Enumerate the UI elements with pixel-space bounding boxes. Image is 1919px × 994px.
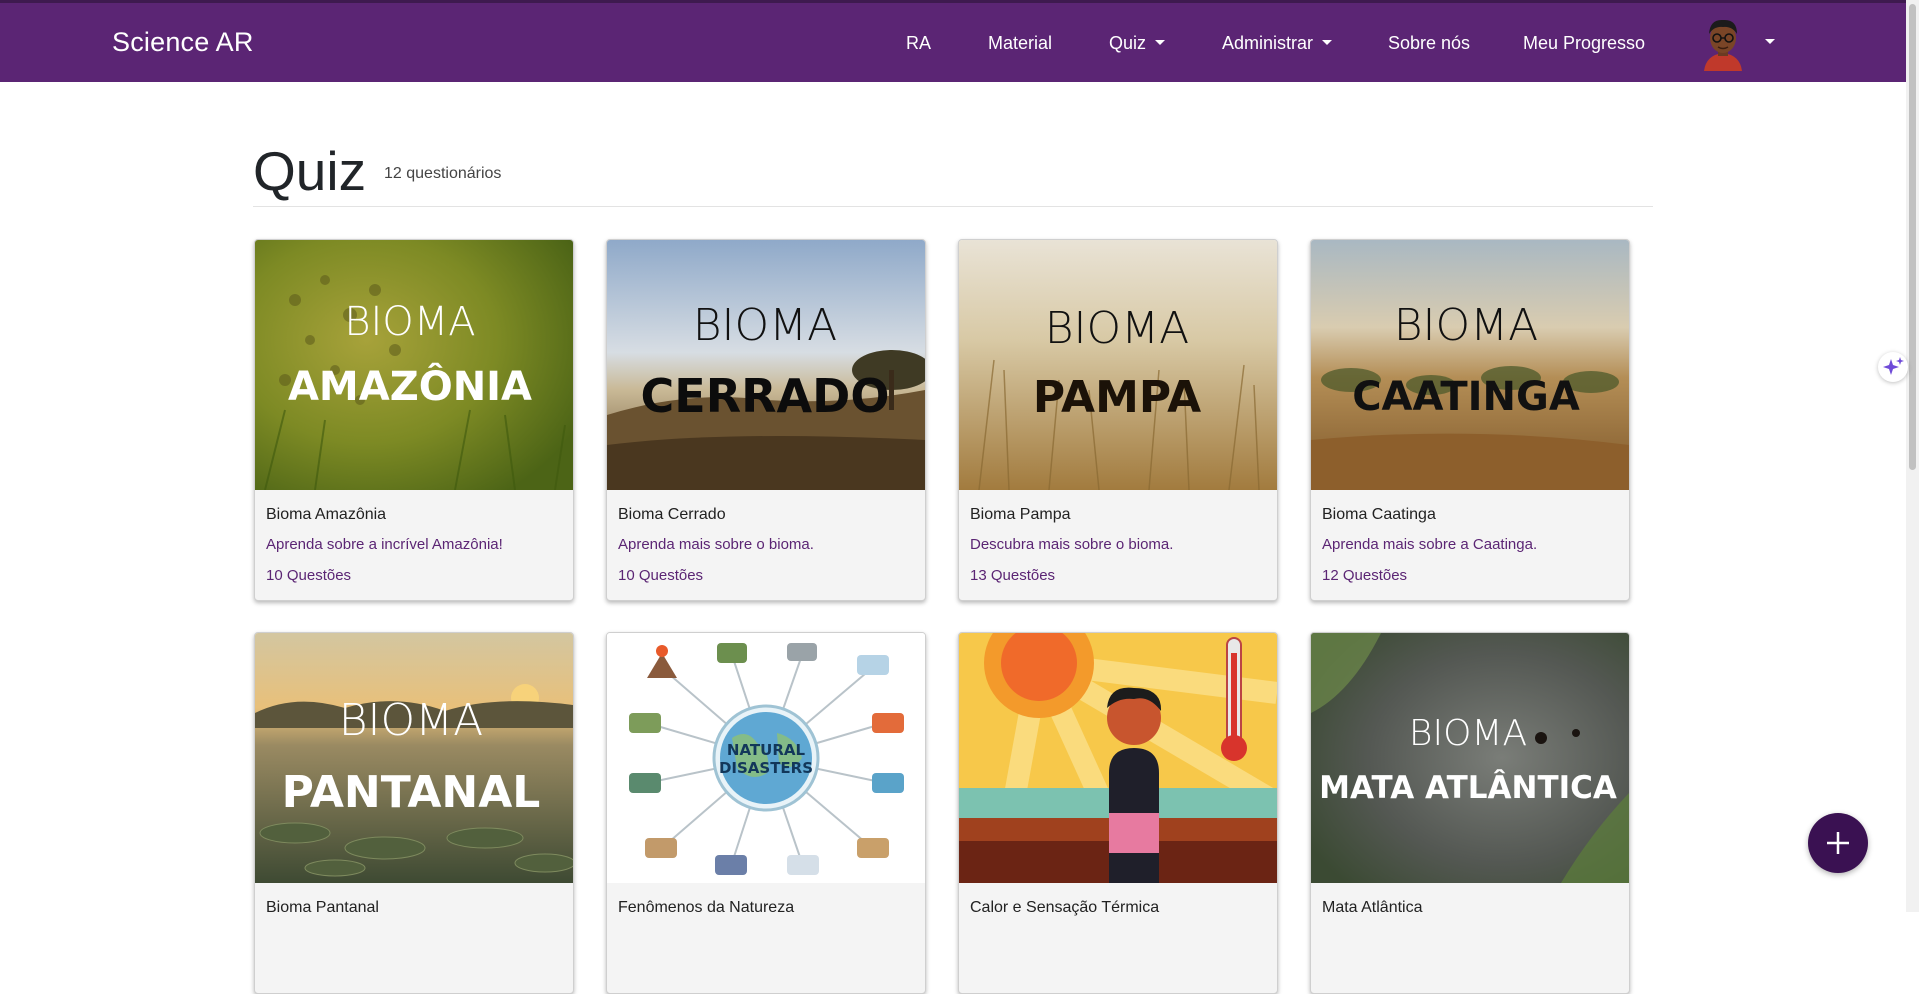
nav-material[interactable]: Material <box>988 33 1052 54</box>
card-title: Bioma Pampa <box>970 506 1071 523</box>
assistant-sparkle-button[interactable] <box>1878 352 1908 382</box>
card-question-count: 13 Questões <box>970 567 1056 584</box>
nav-administrar-dropdown[interactable]: Administrar <box>1222 33 1333 54</box>
plus-icon <box>1827 832 1849 854</box>
avatar-icon <box>1704 19 1742 71</box>
card-description: Aprenda sobre a incrível Amazônia! <box>266 536 503 553</box>
card-title: Bioma Pantanal <box>266 899 379 916</box>
card-image <box>959 633 1277 883</box>
chevron-down-icon <box>1322 39 1333 45</box>
add-quiz-button[interactable] <box>1808 813 1868 873</box>
card-image-name: PAMPA <box>1033 372 1201 423</box>
card-image-name: CAATINGA <box>1352 374 1580 420</box>
card-title: Fenômenos da Natureza <box>618 899 795 916</box>
card-question-count: 10 Questões <box>266 567 352 584</box>
card-image: BIOMA MATA ATLÂNTICA <box>1311 633 1629 883</box>
card-description: Aprenda mais sobre o bioma. <box>618 536 814 553</box>
card-image-name: AMAZÔNIA <box>288 362 532 410</box>
card-image-word: BIOMA <box>1409 713 1527 754</box>
quiz-card-calor[interactable]: Calor e Sensação Térmica <box>958 632 1278 994</box>
card-image-name: MATA ATLÂNTICA <box>1319 770 1617 806</box>
card-image: BIOMA CAATINGA <box>1311 240 1629 490</box>
card-question-count: 10 Questões <box>618 567 704 584</box>
card-question-count: 12 Questões <box>1322 567 1408 584</box>
nav-meu-progresso[interactable]: Meu Progresso <box>1523 33 1645 54</box>
card-image: BIOMA CERRADO <box>607 240 925 490</box>
brand-logo[interactable]: Science AR <box>112 27 254 58</box>
card-image: BIOMA PAMPA <box>959 240 1277 490</box>
navbar: Science AR RA Material Quiz Administrar … <box>0 3 1906 82</box>
card-image-line2: DISASTERS <box>719 759 813 777</box>
card-image: NATURAL DISASTERS <box>607 633 925 883</box>
card-image-word: BIOMA <box>1394 300 1538 351</box>
nav-administrar-label: Administrar <box>1222 33 1314 53</box>
card-title: Bioma Caatinga <box>1322 506 1436 523</box>
user-avatar[interactable] <box>1700 17 1760 71</box>
quiz-card-mata-atlantica[interactable]: BIOMA MATA ATLÂNTICA Mata Atlântica <box>1310 632 1630 994</box>
sparkle-icon <box>1883 357 1904 375</box>
card-image-word: BIOMA <box>693 300 837 351</box>
card-title: Bioma Cerrado <box>618 506 726 523</box>
quiz-count: 12 questionários <box>384 165 502 182</box>
quiz-card-amazonia[interactable]: BIOMA AMAZÔNIA Bioma Amazônia Aprenda so… <box>254 239 574 601</box>
card-image-name: CERRADO <box>641 369 890 423</box>
quiz-card-caatinga[interactable]: BIOMA CAATINGA Bioma Caatinga Aprenda ma… <box>1310 239 1630 601</box>
chevron-down-icon[interactable] <box>1765 39 1775 44</box>
quiz-card-fenomenos[interactable]: NATURAL DISASTERS Fenômenos da Natureza <box>606 632 926 994</box>
nav-sobre-nos[interactable]: Sobre nós <box>1388 33 1470 54</box>
card-description: Aprenda mais sobre a Caatinga. <box>1322 536 1538 553</box>
card-image-word: BIOMA <box>339 695 483 746</box>
card-title: Calor e Sensação Térmica <box>970 899 1160 916</box>
nav-quiz-dropdown[interactable]: Quiz <box>1109 33 1166 54</box>
quiz-card-pampa[interactable]: BIOMA PAMPA Bioma Pampa Descubra mais so… <box>958 239 1278 601</box>
scrollbar-thumb[interactable] <box>1909 4 1916 470</box>
card-image-word: BIOMA <box>1045 303 1189 354</box>
card-title: Mata Atlântica <box>1322 899 1423 916</box>
divider <box>253 206 1653 207</box>
chevron-down-icon <box>1155 39 1166 45</box>
nav-quiz-label: Quiz <box>1109 33 1147 53</box>
nav-ra[interactable]: RA <box>906 33 931 54</box>
quiz-card-cerrado[interactable]: BIOMA CERRADO Bioma Cerrado Aprenda mais… <box>606 239 926 601</box>
card-description: Descubra mais sobre o bioma. <box>970 536 1174 553</box>
card-image: BIOMA AMAZÔNIA <box>255 240 573 490</box>
quiz-card-pantanal[interactable]: BIOMA PANTANAL Bioma Pantanal <box>254 632 574 994</box>
card-image-line1: NATURAL <box>727 741 806 759</box>
card-image-name: PANTANAL <box>282 767 541 818</box>
card-title: Bioma Amazônia <box>266 506 387 523</box>
card-image: BIOMA PANTANAL <box>255 633 573 883</box>
card-image-word: BIOMA <box>344 299 475 345</box>
page-title: Quiz <box>253 140 367 202</box>
